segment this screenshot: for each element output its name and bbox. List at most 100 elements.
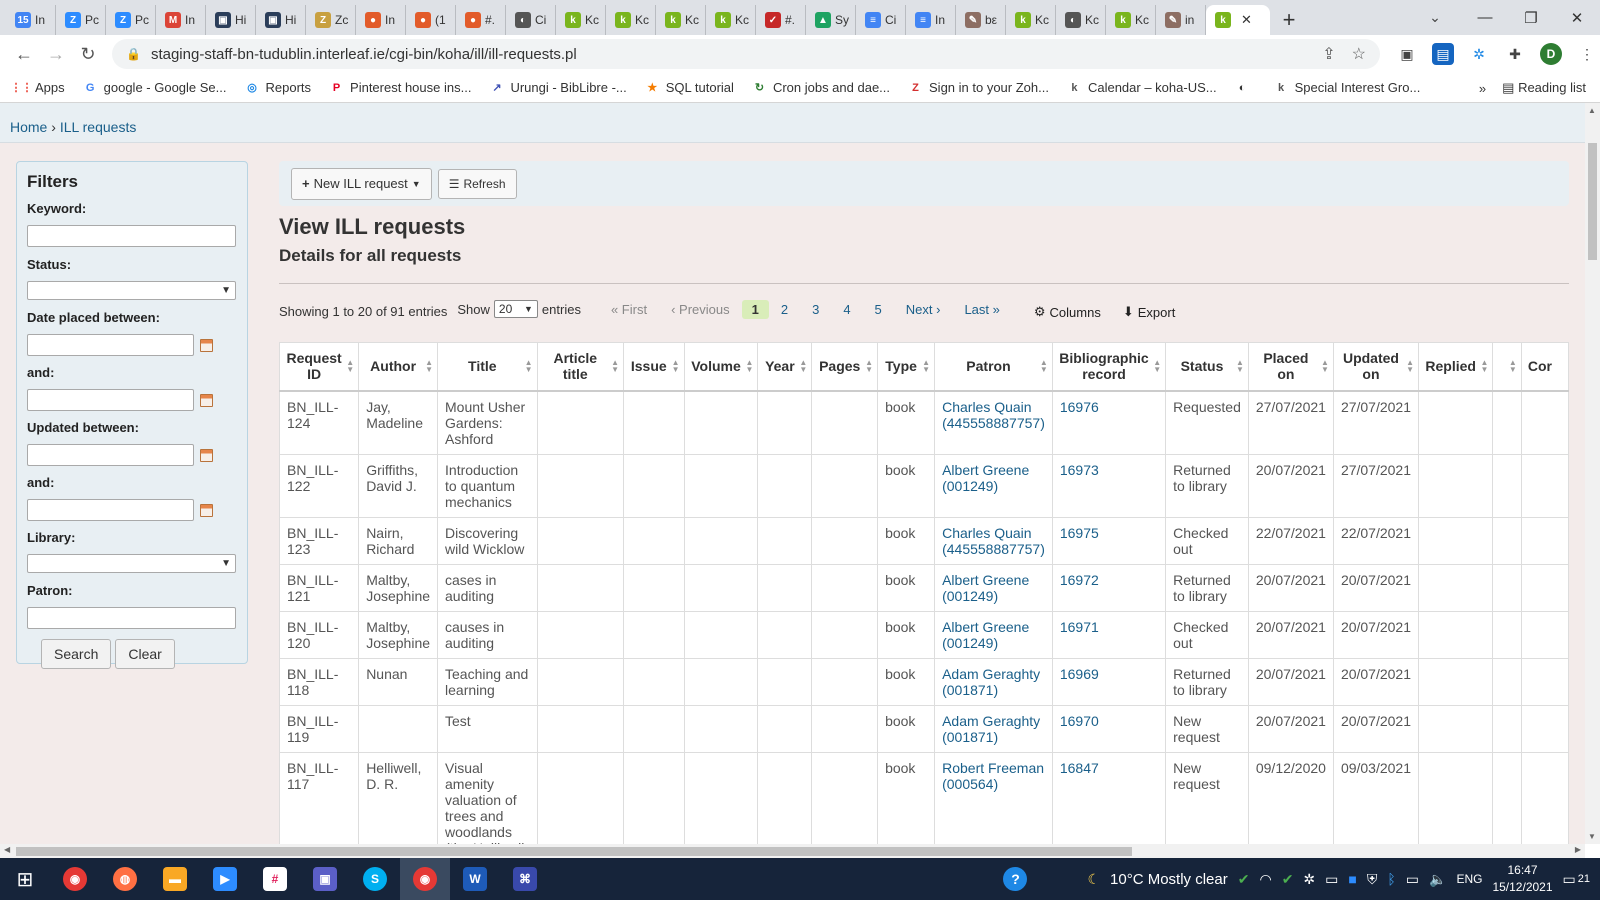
browser-tab[interactable]: ◐ Ci	[506, 5, 556, 35]
browser-tab[interactable]: k Kc	[1106, 5, 1156, 35]
browser-tab[interactable]: M In	[156, 5, 206, 35]
horizontal-scrollbar[interactable]: ◀ ▶	[0, 844, 1585, 858]
column-header[interactable]: Pages ▲ ▼	[811, 342, 879, 392]
browser-tab[interactable]: ◐ Kc	[1056, 5, 1106, 35]
bookmark-item[interactable]: P Pinterest house ins...	[329, 80, 472, 95]
forward-icon[interactable]: →	[40, 38, 72, 70]
monitor-icon[interactable]: ▭	[1325, 871, 1338, 888]
page-link-3[interactable]: 3	[800, 302, 831, 317]
close-window-icon[interactable]: ✕	[1554, 0, 1600, 35]
column-header[interactable]: Volume ▲ ▼	[683, 342, 759, 392]
breadcrumb-current[interactable]: ILL requests	[60, 119, 137, 135]
help-icon[interactable]: ?	[1003, 867, 1028, 891]
browser-tab[interactable]: ● (1	[406, 5, 456, 35]
network-app-taskbar-icon[interactable]: ⌘	[500, 858, 550, 900]
export-button[interactable]: ⬇ Export	[1123, 304, 1175, 320]
restore-icon[interactable]: ❐	[1508, 0, 1554, 35]
bookmark-item[interactable]: ↻ Cron jobs and dae...	[752, 80, 890, 95]
column-header[interactable]: Type ▲ ▼	[877, 342, 936, 392]
patron-link[interactable]: Robert Freeman (000564)	[942, 760, 1044, 792]
page-link-4[interactable]: 4	[831, 302, 862, 317]
scroll-right-icon[interactable]: ▶	[1575, 845, 1581, 854]
close-tab-icon[interactable]: ✕	[1241, 12, 1252, 28]
biblio-link[interactable]: 16976	[1060, 399, 1099, 415]
new-tab-icon[interactable]: +	[1274, 5, 1304, 35]
reload-icon[interactable]: ↻	[72, 38, 104, 70]
bookmark-item[interactable]: k Special Interest Gro...	[1274, 80, 1420, 95]
tab-search-icon[interactable]: ⌄	[1420, 0, 1450, 35]
calendar-icon[interactable]	[200, 393, 213, 407]
column-header[interactable]: Request ID ▲ ▼	[278, 342, 360, 392]
table-row[interactable]: BN_ILL-123 Nairn, Richard Discovering wild…	[278, 516, 1570, 565]
browser-tab[interactable]: k Kc	[606, 5, 656, 35]
check-icon[interactable]: ✔	[1238, 871, 1250, 888]
browser-tab[interactable]: k Kc	[706, 5, 756, 35]
wifi-icon[interactable]: ◠	[1259, 871, 1271, 888]
biblio-link[interactable]: 16975	[1060, 525, 1099, 541]
table-row[interactable]: BN_ILL-117 Helliwell, D. R. Visual amenity…	[278, 751, 1570, 844]
lock-icon[interactable]: 🔒	[126, 47, 141, 61]
browser-tab[interactable]: ● #.	[456, 5, 506, 35]
bookmark-item[interactable]: Ggoogle - Google Se...	[83, 80, 227, 95]
table-row[interactable]: BN_ILL-121 Maltby, Josephine cases in audi…	[278, 563, 1570, 612]
columns-button[interactable]: ⚙ Columns	[1034, 304, 1101, 320]
patron-input[interactable]	[27, 607, 236, 629]
patron-link[interactable]: Adam Geraghty (001871)	[942, 713, 1040, 745]
patron-link[interactable]: Charles Quain (445558887757)	[942, 399, 1045, 431]
page-link-1[interactable]: 1	[741, 299, 769, 319]
browser-tab[interactable]: Z Pc	[56, 5, 106, 35]
share-icon[interactable]: ⇪	[1322, 44, 1335, 64]
windows-start-icon[interactable]: ⊞	[0, 858, 50, 900]
table-row[interactable]: BN_ILL-122 Griffiths, David J. Introductio…	[278, 453, 1570, 518]
slack-tray-icon[interactable]: ✲	[1303, 871, 1315, 888]
updated-from-input[interactable]	[27, 444, 194, 466]
last-page-link[interactable]: Last »	[952, 302, 1011, 317]
patron-link[interactable]: Albert Greene (001249)	[942, 462, 1029, 494]
puzzle-icon[interactable]: ✚	[1504, 43, 1526, 65]
chrome-taskbar-icon[interactable]: ◉	[50, 858, 100, 900]
column-header[interactable]: ▲ ▼	[1492, 342, 1522, 392]
teams-taskbar-icon[interactable]: ▣	[300, 858, 350, 900]
biblio-link[interactable]: 16970	[1060, 713, 1099, 729]
column-header[interactable]: Placed on ▲ ▼	[1247, 342, 1334, 392]
menu-kebab-icon[interactable]: ⋮	[1576, 43, 1598, 65]
extension-icon[interactable]: ▣	[1396, 43, 1418, 65]
volume-icon[interactable]: 🔈	[1429, 871, 1446, 888]
clear-button[interactable]: Clear	[115, 639, 175, 669]
browser-tab-active[interactable]: k ✕	[1206, 5, 1270, 35]
biblio-link[interactable]: 16973	[1060, 462, 1099, 478]
placed-from-input[interactable]	[27, 334, 194, 356]
scroll-down-icon[interactable]: ▼	[1588, 832, 1596, 841]
status-select[interactable]: ▼	[27, 281, 236, 300]
table-row[interactable]: BN_ILL-118 Nunan Teaching and learning book…	[278, 657, 1570, 706]
patron-link[interactable]: Albert Greene (001249)	[942, 619, 1029, 651]
browser-tab[interactable]: ▲ Sy	[806, 5, 856, 35]
scroll-up-icon[interactable]: ▲	[1588, 106, 1596, 115]
browser-tab[interactable]: Z Zc	[306, 5, 356, 35]
patron-link[interactable]: Adam Geraghty (001871)	[942, 666, 1040, 698]
bookmark-item[interactable]: ⋮⋮ Apps	[11, 80, 65, 95]
bluetooth-icon[interactable]: ᛒ	[1387, 871, 1395, 887]
reading-list[interactable]: ▤ Reading list	[1502, 80, 1586, 96]
browser-tab[interactable]: ▣ Hi	[256, 5, 306, 35]
bookmark-item[interactable]: ◐	[1235, 80, 1256, 95]
biblio-link[interactable]: 16847	[1060, 760, 1099, 776]
minimize-icon[interactable]: —	[1462, 0, 1508, 35]
biblio-link[interactable]: 16969	[1060, 666, 1099, 682]
keyword-input[interactable]	[27, 225, 236, 247]
browser-tab[interactable]: ≡ Ci	[856, 5, 906, 35]
calendar-icon[interactable]	[200, 448, 213, 462]
table-row[interactable]: BN_ILL-119 Test book Adam Geraghty (001871)…	[278, 704, 1570, 753]
browser-tab[interactable]: k Kc	[1006, 5, 1056, 35]
browser-tab[interactable]: ● In	[356, 5, 406, 35]
browser-tab[interactable]: k Kc	[656, 5, 706, 35]
more-bookmarks-icon[interactable]: »	[1479, 81, 1486, 96]
address-bar[interactable]: 🔒 staging-staff-bn-tudublin.interleaf.ie…	[112, 39, 1380, 69]
browser-tab[interactable]: k Kc	[556, 5, 606, 35]
bookmark-item[interactable]: ↗ Urungi - BibLibre -...	[489, 80, 626, 95]
search-button[interactable]: Search	[41, 639, 112, 669]
chrome-profile-taskbar-icon[interactable]: ◉	[400, 858, 450, 900]
column-header[interactable]: Updated on ▲ ▼	[1332, 342, 1420, 392]
breadcrumb-home[interactable]: Home	[10, 119, 47, 135]
vertical-scrollbar[interactable]: ▲ ▼	[1585, 103, 1600, 844]
